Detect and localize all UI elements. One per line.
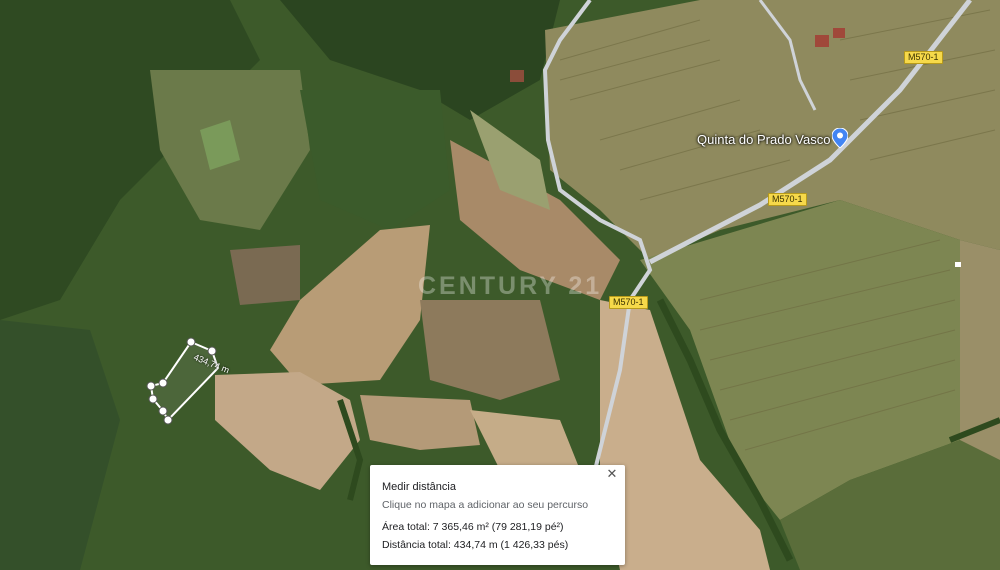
close-icon[interactable]: ✕: [605, 467, 619, 481]
total-distance-label: Distância total:: [382, 539, 451, 551]
road-label: M570-1: [609, 296, 648, 309]
place-label[interactable]: Quinta do Prado Vasco: [697, 132, 830, 147]
total-area: Área total: 7 365,46 m² (79 281,19 pé²): [382, 521, 564, 533]
watermark: CENTURY 21: [418, 272, 603, 300]
road-label: M570-1: [768, 193, 807, 206]
total-area-value: 7 365,46 m² (79 281,19 pé²): [432, 521, 564, 533]
measure-distance-panel: ✕ Medir distância Clique no mapa a adici…: [370, 465, 625, 565]
panel-hint: Clique no mapa a adicionar ao seu percur…: [382, 499, 589, 511]
total-distance: Distância total: 434,74 m (1 426,33 pés): [382, 539, 568, 551]
location-pin-icon[interactable]: [832, 128, 848, 148]
total-distance-value: 434,74 m (1 426,33 pés): [453, 539, 569, 551]
total-area-label: Área total:: [382, 521, 430, 533]
road-label: M570-1: [904, 51, 943, 64]
panel-title: Medir distância: [382, 481, 456, 493]
